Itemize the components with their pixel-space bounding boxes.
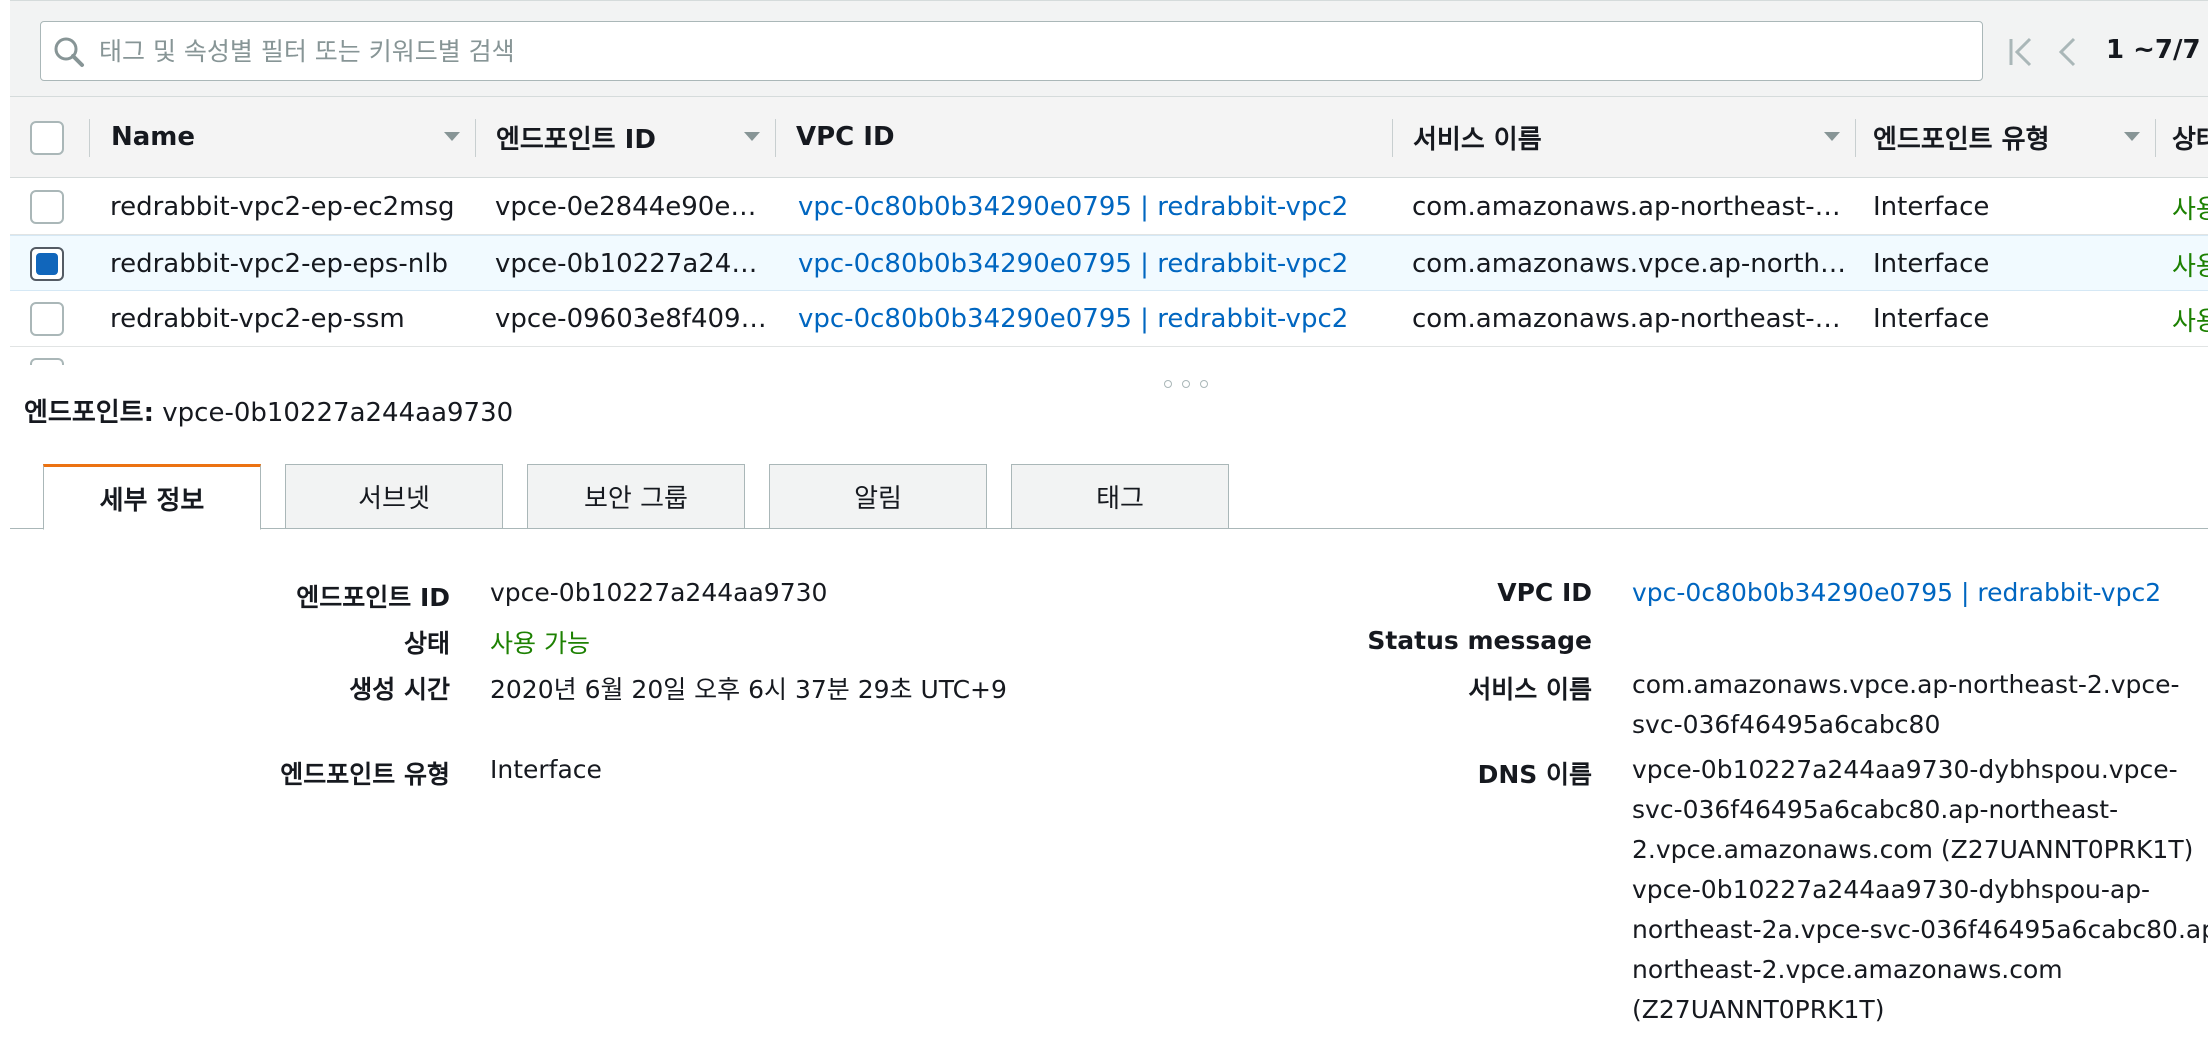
column-divider	[1855, 119, 1856, 157]
table-header: Name 엔드포인트 ID VPC ID 서비스 이름 엔드포인트 유형 상태	[10, 96, 2208, 178]
column-divider	[475, 119, 476, 157]
service-name-line-2: svc-036f46495a6cabc80	[1632, 710, 1941, 739]
row-service-name: com.amazonaws.ap-northeast-…	[1412, 304, 1841, 334]
table-row[interactable]: redrabbit-vpc2-ep-ec2msg vpce-0e2844e90e…	[10, 179, 2208, 235]
row-checkbox[interactable]	[30, 190, 64, 224]
status-value: 사용 가능	[490, 629, 590, 658]
row-endpoint-type: Interface	[1873, 249, 1990, 279]
endpoint-id-label: 엔드포인트 ID	[296, 583, 450, 612]
first-page-icon[interactable]	[2006, 35, 2036, 69]
detail-title-label: 엔드포인트:	[24, 398, 154, 428]
row-name: redrabbit-vpc2-ep-eps-nlb	[110, 249, 448, 279]
dns-name-line: vpce-0b10227a244aa9730-dybhspou-ap-	[1632, 875, 2151, 904]
row-endpoint-type: Interface	[1873, 192, 1990, 222]
row-name: redrabbit-vpc2-ep-ssm	[110, 304, 405, 334]
row-status: 사용	[2172, 251, 2208, 282]
column-header-endpoint-id[interactable]: 엔드포인트 ID	[496, 97, 656, 177]
search-icon	[54, 37, 84, 67]
vpc-id-link[interactable]: vpc-0c80b0b34290e0795 | redrabbit-vpc2	[1632, 578, 2161, 607]
vpc-id-label: VPC ID	[1497, 578, 1592, 607]
row-name: redrabbit-vpc2-ep-ec2msg	[110, 192, 455, 222]
created-time-label: 생성 시간	[349, 675, 450, 704]
detail-title-value: vpce-0b10227a244aa9730	[162, 398, 514, 428]
row-service-name: com.amazonaws.ap-northeast-…	[1412, 192, 1841, 222]
table-row-selected[interactable]: redrabbit-vpc2-ep-eps-nlb vpce-0b10227a2…	[10, 235, 2208, 291]
tab-security-groups[interactable]: 보안 그룹	[527, 464, 745, 529]
pagination-range: 1 ~7/7	[2106, 35, 2201, 65]
dns-name-line: svc-036f46495a6cabc80.ap-northeast-	[1632, 795, 2119, 824]
column-header-endpoint-type[interactable]: 엔드포인트 유형	[1873, 97, 2050, 177]
search-input[interactable]	[99, 30, 1959, 72]
column-header-vpc-id[interactable]: VPC ID	[796, 97, 895, 177]
resize-handle-icon[interactable]	[1164, 373, 1220, 388]
tab-subnets[interactable]: 서브넷	[285, 464, 503, 529]
search-box[interactable]	[40, 21, 1983, 81]
row-checkbox[interactable]	[30, 358, 64, 365]
sort-caret-icon[interactable]	[2124, 132, 2140, 141]
column-header-status[interactable]: 상태	[2172, 97, 2208, 177]
row-vpc-id-link[interactable]: vpc-0c80b0b34290e0795 | redrabbit-vpc2	[798, 179, 1388, 235]
sort-caret-icon[interactable]	[444, 132, 460, 141]
dns-name-line: vpce-0b10227a244aa9730-dybhspou.vpce-	[1632, 755, 2178, 784]
service-name-label: 서비스 이름	[1468, 675, 1592, 704]
sort-caret-icon[interactable]	[744, 132, 760, 141]
row-endpoint-id: vpce-0e2844e90e…	[495, 192, 757, 222]
endpoint-type-value: Interface	[490, 755, 602, 784]
column-header-name[interactable]: Name	[111, 97, 195, 177]
filter-bar: 1 ~7/7	[10, 0, 2208, 96]
dns-name-line: (Z27UANNT0PRK1T)	[1632, 995, 1885, 1024]
row-checkbox[interactable]	[30, 302, 64, 336]
column-divider	[89, 119, 90, 157]
sort-caret-icon[interactable]	[1824, 132, 1840, 141]
row-vpc-id-link[interactable]: vpc-0c80b0b34290e0795 | redrabbit-vpc2	[798, 236, 1388, 292]
row-endpoint-type: Interface	[1873, 304, 1990, 334]
row-endpoint-id: vpce-0b10227a24…	[495, 249, 758, 279]
service-name-line-1: com.amazonaws.vpce.ap-northeast-2.vpce-	[1632, 670, 2180, 699]
tab-details[interactable]: 세부 정보	[43, 464, 261, 530]
row-status: 사용	[2172, 194, 2208, 225]
column-divider	[775, 119, 776, 157]
status-message-label: Status message	[1367, 626, 1592, 655]
dns-name-line: northeast-2.vpce.amazonaws.com	[1632, 955, 2063, 984]
endpoint-type-label: 엔드포인트 유형	[280, 760, 450, 789]
endpoint-id-value: vpce-0b10227a244aa9730	[490, 578, 828, 607]
dns-name-label: DNS 이름	[1477, 760, 1592, 789]
column-header-service-name[interactable]: 서비스 이름	[1413, 97, 1542, 177]
dns-name-line: 2.vpce.amazonaws.com (Z27UANNT0PRK1T)	[1632, 835, 2194, 864]
column-divider	[1392, 119, 1393, 157]
table-row[interactable]: redrabbit-vpc2-ep-ssm vpce-09603e8f409… …	[10, 291, 2208, 347]
column-divider	[2155, 119, 2156, 157]
status-label: 상태	[403, 629, 450, 658]
row-vpc-id-link[interactable]: vpc-0c80b0b34290e0795 | redrabbit-vpc2	[798, 291, 1388, 347]
dns-name-line: northeast-2a.vpce-svc-036f46495a6cabc80.…	[1632, 915, 2208, 944]
tab-notifications[interactable]: 알림	[769, 464, 987, 529]
table-row-partial	[10, 347, 2208, 365]
select-all-checkbox[interactable]	[30, 121, 64, 155]
row-status: 사용	[2172, 306, 2208, 337]
detail-title: 엔드포인트: vpce-0b10227a244aa9730	[24, 392, 513, 429]
prev-page-icon[interactable]	[2056, 35, 2080, 69]
row-checkbox[interactable]	[30, 247, 64, 281]
tab-tags[interactable]: 태그	[1011, 464, 1229, 529]
created-time-value: 2020년 6월 20일 오후 6시 37분 29초 UTC+9	[490, 675, 1007, 704]
row-service-name: com.amazonaws.vpce.ap-north…	[1412, 249, 1847, 279]
row-endpoint-id: vpce-09603e8f409…	[495, 304, 765, 334]
